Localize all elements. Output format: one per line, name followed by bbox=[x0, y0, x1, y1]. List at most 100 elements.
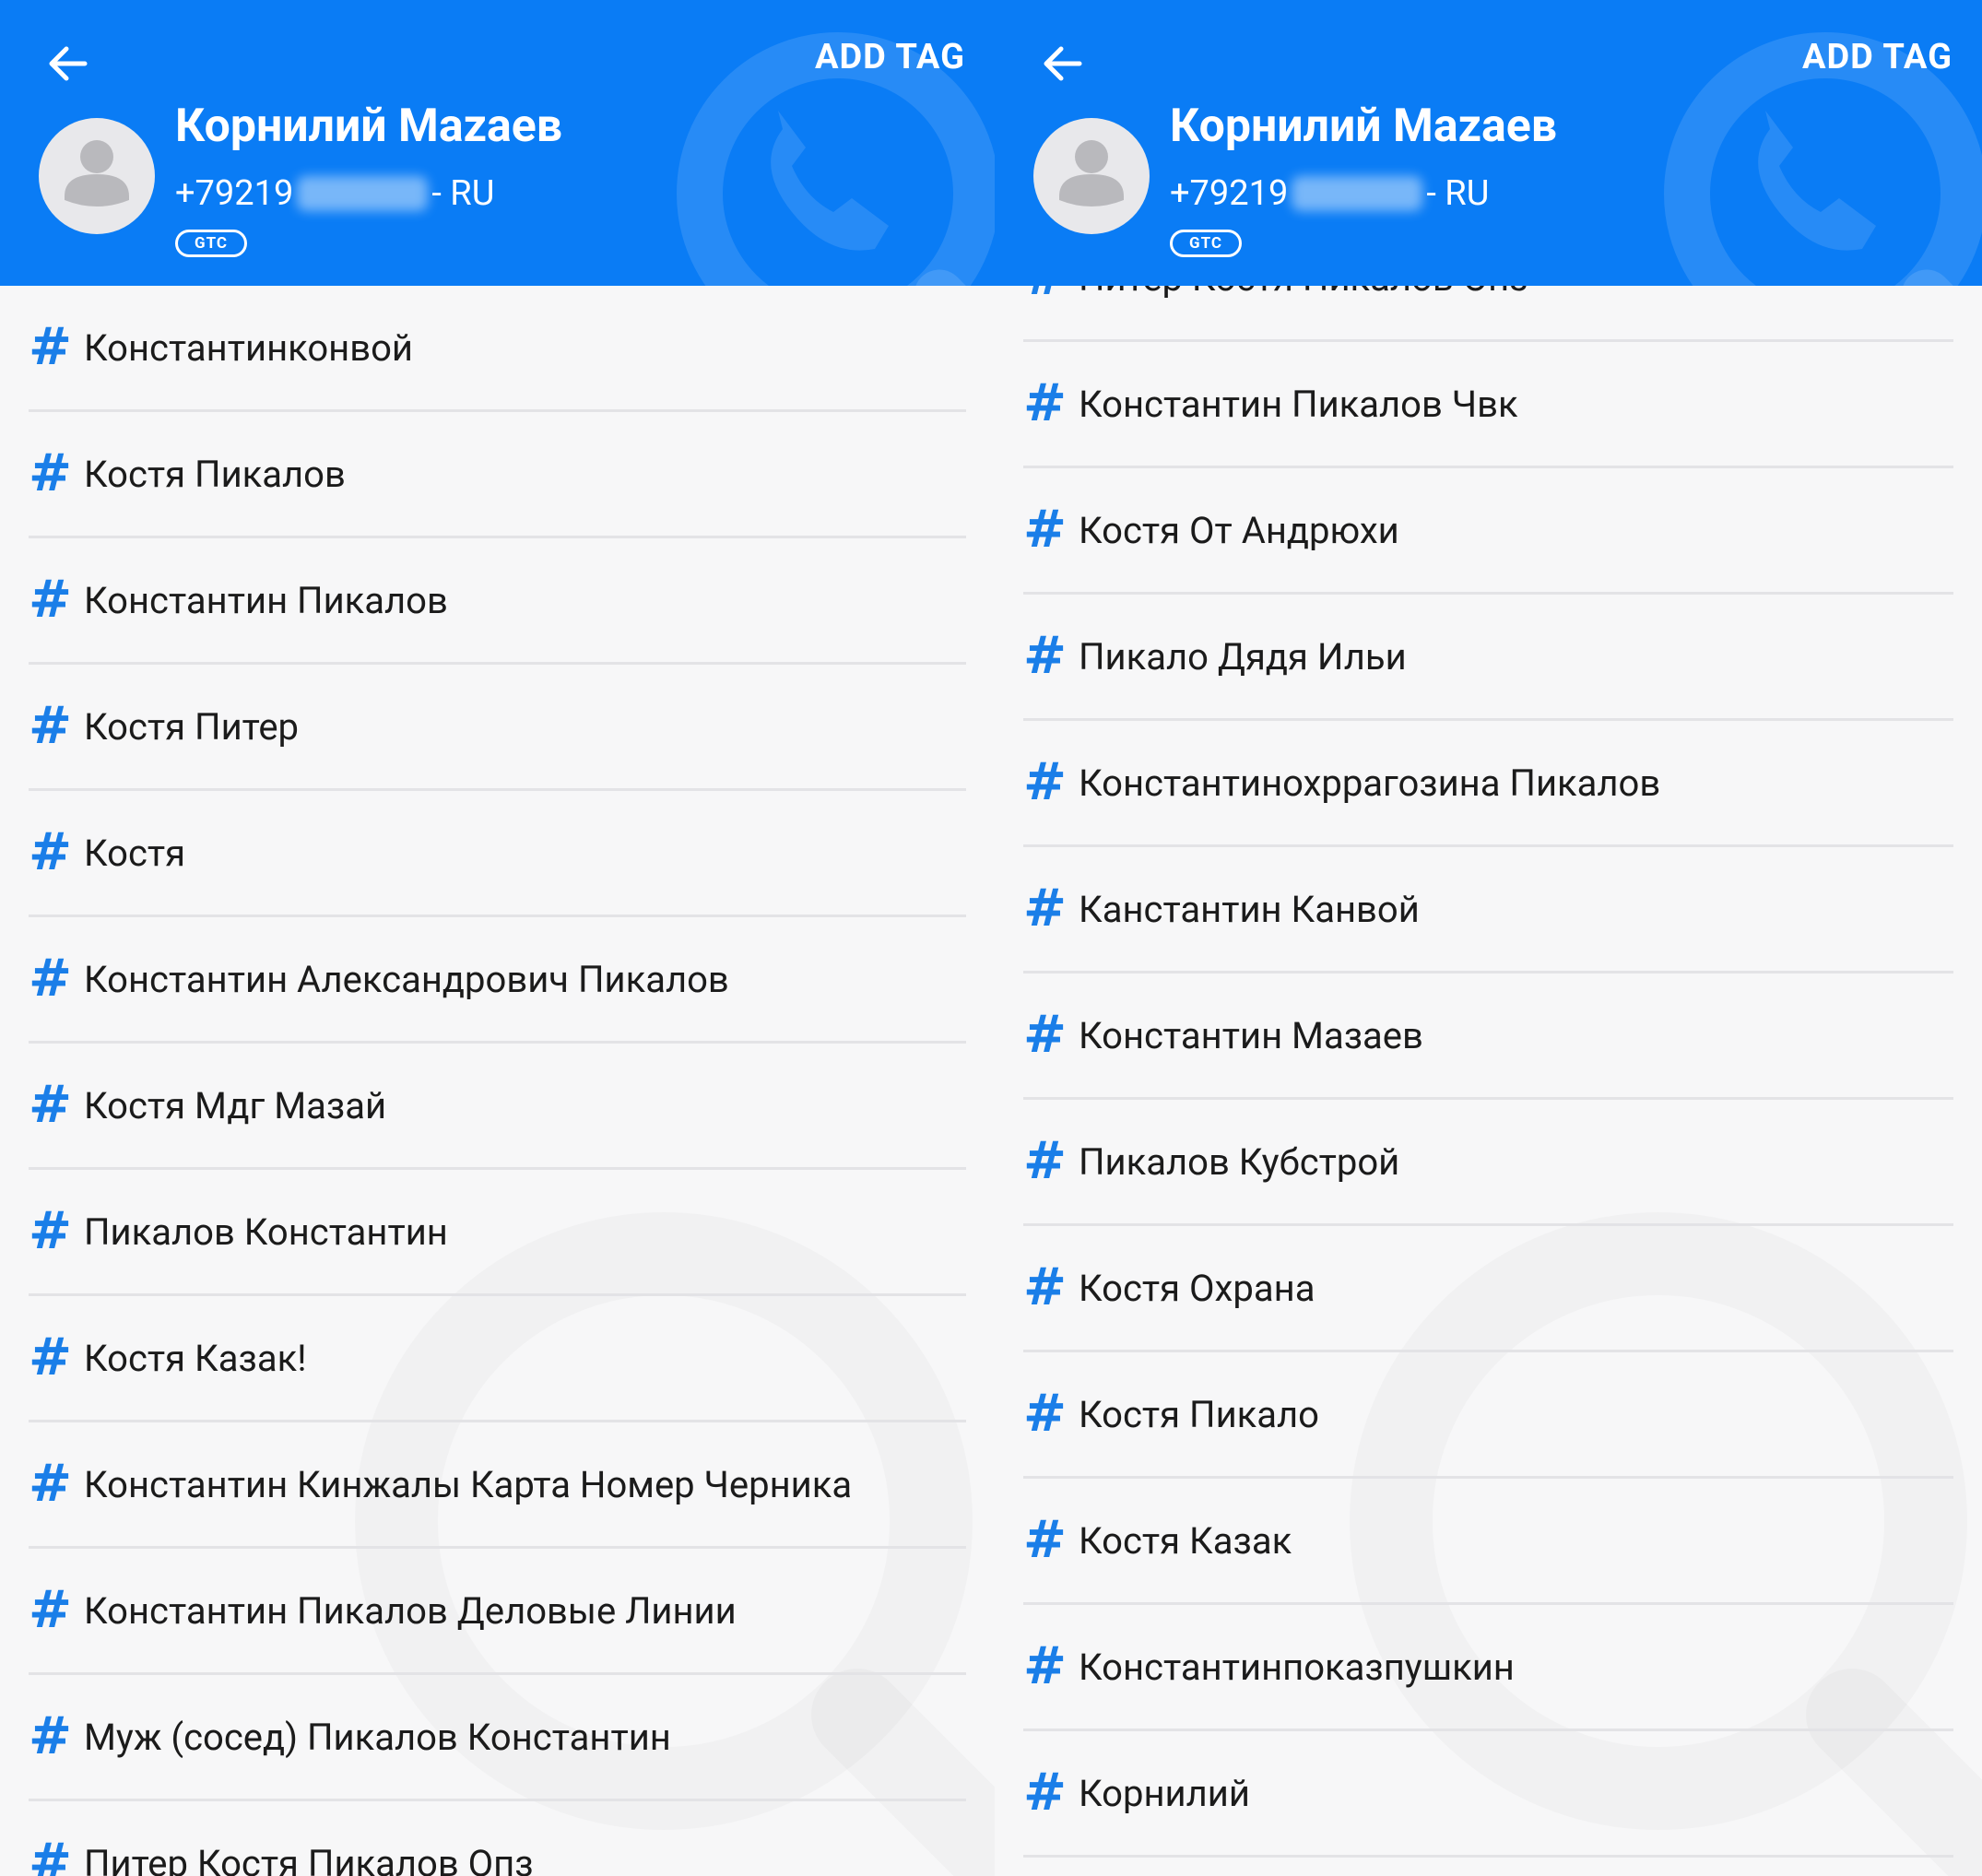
hash-icon: # bbox=[29, 1454, 72, 1514]
hash-icon: # bbox=[29, 1075, 72, 1135]
tag-list: #Питер Костя Пикалов Опз#Константин Пика… bbox=[995, 286, 1982, 1858]
tag-row[interactable]: # Костя Питер bbox=[29, 665, 966, 791]
tag-label: Константинпоказпушкин bbox=[1079, 1645, 1515, 1689]
hash-icon: # bbox=[1023, 1763, 1067, 1823]
tag-row[interactable]: # Константин Кинжалы Карта Номер Черника bbox=[29, 1422, 966, 1549]
tag-label: Костя Казак bbox=[1079, 1518, 1292, 1563]
contact-name: Корнилий Mazaeв bbox=[175, 100, 563, 153]
tag-row[interactable]: # Константин Пикалов Деловые Линии bbox=[29, 1549, 966, 1675]
tag-label: Пикалов Кубстрой bbox=[1079, 1139, 1400, 1184]
phone-number: +79219 - RU bbox=[175, 173, 494, 214]
tag-row[interactable]: # Константинконвой bbox=[29, 286, 966, 412]
hash-icon: # bbox=[29, 1833, 72, 1876]
phone-prefix: +79219 bbox=[1170, 173, 1289, 214]
tag-row[interactable]: # Константинпоказпушкин bbox=[1023, 1605, 1953, 1731]
back-arrow-icon[interactable] bbox=[46, 41, 90, 86]
tag-row[interactable]: # Муж (сосед) Пикалов Константин bbox=[29, 1675, 966, 1801]
tag-row[interactable]: # Константин Мазаев bbox=[1023, 973, 1953, 1100]
hash-icon: # bbox=[1023, 500, 1067, 560]
hash-icon: # bbox=[29, 443, 72, 503]
hash-icon: # bbox=[29, 1327, 72, 1387]
contact-header: ADD TAG Корнилий Mazaeв +79219 - RU GTC bbox=[0, 0, 995, 286]
tag-label: Корнилий bbox=[1079, 1771, 1250, 1815]
tag-row[interactable]: # Костя Пикалов bbox=[29, 412, 966, 538]
operator-badge: GTC bbox=[175, 230, 248, 257]
operator-badge: GTC bbox=[1170, 230, 1243, 257]
phone-country: - RU bbox=[1426, 173, 1490, 214]
tag-row[interactable]: # Канстантин Канвой bbox=[1023, 847, 1953, 973]
tag-list: # Константинконвой # Костя Пикалов # Констант… bbox=[0, 286, 995, 1876]
tag-label: Канстантин Канвой bbox=[1079, 887, 1420, 931]
hash-icon: # bbox=[29, 317, 72, 377]
hash-icon: # bbox=[1023, 1384, 1067, 1444]
tag-list-area[interactable]: # Константинконвой # Костя Пикалов # Констант… bbox=[0, 286, 995, 1876]
tag-label: Константинохррагозина Пикалов bbox=[1079, 761, 1661, 805]
tag-label: Костя bbox=[84, 831, 186, 875]
add-tag-button[interactable]: ADD TAG bbox=[815, 37, 965, 77]
tag-row[interactable]: # Костя Охрана bbox=[1023, 1226, 1953, 1352]
hash-icon: # bbox=[29, 696, 72, 756]
tag-label: Костя Питер bbox=[84, 704, 300, 749]
tag-row[interactable]: # Костя bbox=[29, 791, 966, 917]
tag-row[interactable]: # Костя Казак! bbox=[29, 1296, 966, 1422]
avatar-placeholder-icon bbox=[1059, 140, 1124, 206]
tag-row[interactable]: # Константинохррагозина Пикалов bbox=[1023, 721, 1953, 847]
avatar-placeholder-icon bbox=[65, 140, 129, 206]
contact-name: Корнилий Mazaeв bbox=[1170, 100, 1558, 153]
tag-label: Константин Пикалов Чвк bbox=[1079, 382, 1518, 426]
tag-row[interactable]: # Корнилий bbox=[1023, 1731, 1953, 1858]
tag-row[interactable]: # Константин Александрович Пикалов bbox=[29, 917, 966, 1044]
tag-label: Константин Кинжалы Карта Номер Черника bbox=[84, 1462, 853, 1506]
hash-icon: # bbox=[1023, 1510, 1067, 1570]
tag-label: Константинконвой bbox=[84, 325, 413, 370]
tag-row[interactable]: # Константин Пикалов Чвк bbox=[1023, 342, 1953, 468]
redacted-digits bbox=[297, 176, 429, 211]
tag-row[interactable]: # Костя От Андрюхи bbox=[1023, 468, 1953, 595]
hash-icon: # bbox=[1023, 1636, 1067, 1696]
tag-label: Костя От Андрюхи bbox=[1079, 508, 1399, 552]
tag-label: Костя Пикало bbox=[1079, 1392, 1319, 1436]
avatar bbox=[39, 118, 155, 234]
tag-label: Костя Пикалов bbox=[84, 452, 346, 496]
tag-row[interactable]: # Пикало Дядя Ильи bbox=[1023, 595, 1953, 721]
tag-row[interactable]: # Пикалов Константин bbox=[29, 1170, 966, 1296]
tag-label: Константин Пикалов bbox=[84, 578, 448, 622]
tag-list-area[interactable]: #Питер Костя Пикалов Опз#Константин Пика… bbox=[995, 286, 1982, 1876]
tag-row[interactable]: # Константин Пикалов bbox=[29, 538, 966, 665]
tag-label: Муж (сосед) Пикалов Константин bbox=[84, 1715, 671, 1759]
hash-icon: # bbox=[1023, 1131, 1067, 1191]
hash-icon: # bbox=[29, 570, 72, 630]
tag-row[interactable]: #Питер Костя Пикалов Опз bbox=[29, 1801, 966, 1876]
tag-label: Костя Казак! bbox=[84, 1336, 307, 1380]
tag-label: Пикалов Константин bbox=[84, 1209, 448, 1254]
tag-row[interactable]: #Питер Костя Пикалов Опз bbox=[1023, 286, 1953, 342]
hash-icon: # bbox=[1023, 1257, 1067, 1317]
tag-row[interactable]: # Костя Казак bbox=[1023, 1479, 1953, 1605]
tag-row[interactable]: # Костя Пикало bbox=[1023, 1352, 1953, 1479]
tag-label: Костя Охрана bbox=[1079, 1266, 1315, 1310]
left-screen: ADD TAG Корнилий Mazaeв +79219 - RU GTC … bbox=[0, 0, 995, 1876]
hash-icon: # bbox=[29, 949, 72, 1009]
right-screen: ADD TAG Корнилий Mazaeв +79219 - RU GTC … bbox=[995, 0, 1982, 1876]
tag-label: Константин Пикалов Деловые Линии bbox=[84, 1588, 737, 1633]
hash-icon: # bbox=[29, 1580, 72, 1640]
contact-header: ADD TAG Корнилий Mazaeв +79219 - RU GTC bbox=[995, 0, 1982, 286]
hash-icon: # bbox=[29, 822, 72, 882]
tag-label: Костя Мдг Мазай bbox=[84, 1083, 387, 1127]
hash-icon: # bbox=[1023, 373, 1067, 433]
phone-country: - RU bbox=[431, 173, 495, 214]
hash-icon: # bbox=[1023, 626, 1067, 686]
hash-icon: # bbox=[29, 1201, 72, 1261]
hash-icon: # bbox=[29, 1706, 72, 1766]
tag-label: Константин Мазаев bbox=[1079, 1013, 1423, 1057]
tag-row[interactable]: # Пикалов Кубстрой bbox=[1023, 1100, 1953, 1226]
add-tag-button[interactable]: ADD TAG bbox=[1802, 37, 1953, 77]
redacted-digits bbox=[1292, 176, 1423, 211]
phone-prefix: +79219 bbox=[175, 173, 294, 214]
hash-icon: # bbox=[1023, 286, 1079, 303]
hash-icon: # bbox=[1023, 752, 1067, 812]
hash-icon: # bbox=[1023, 879, 1067, 938]
back-arrow-icon[interactable] bbox=[1041, 41, 1085, 86]
avatar bbox=[1033, 118, 1150, 234]
tag-row[interactable]: # Костя Мдг Мазай bbox=[29, 1044, 966, 1170]
